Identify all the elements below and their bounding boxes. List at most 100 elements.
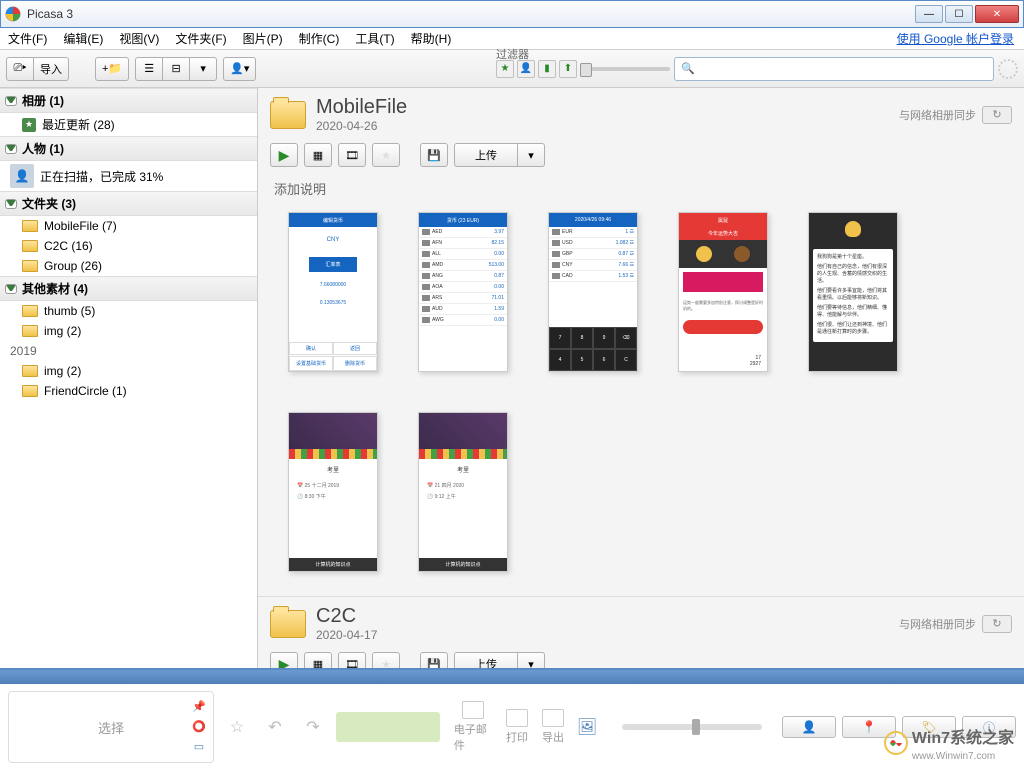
print-action[interactable]: 打印 [506,709,528,745]
selection-label: 选择 [98,718,124,737]
folder-section-c2c: C2C 2020-04-17 与网络相册同步 ↻ ▶ ▦ 🎞 ★ 💾 上传 ▾ [258,597,1024,668]
folder-icon [22,220,38,232]
sidebar-header-album[interactable]: 相册 (1) [0,88,257,113]
folder-icon [22,365,38,377]
zoom-slider[interactable] [622,724,762,730]
sidebar-item-label: 正在扫描，已完成 31% [40,168,163,185]
upload-button[interactable]: 上传 [454,143,518,167]
thumbnail[interactable]: 考里 📅 21 四月 2020 🕐 9:12 上午 计算机的知识点 [418,412,508,572]
thumbnail[interactable]: 货币 (23 EUR) AED3.97AFN82.15ALL0.00AMD513… [418,212,508,372]
thumbnail-grid: 编辑货币 CNY 汇率表 7.66080000 0.13053675 确认返回 … [258,208,1024,596]
sidebar-item-thumb[interactable]: thumb (5) [0,301,257,321]
sidebar-header-folders[interactable]: 文件夹 (3) [0,191,257,216]
folder-icon [22,240,38,252]
star-button[interactable]: ★ [372,652,400,668]
upload-dropdown[interactable]: ▾ [517,143,545,167]
sync-button[interactable]: ↻ [982,615,1012,633]
thumbnail[interactable]: 编辑货币 CNY 汇率表 7.66080000 0.13053675 确认返回 … [288,212,378,372]
upload-dropdown[interactable]: ▾ [517,652,545,668]
maximize-button[interactable]: ☐ [945,5,973,23]
sidebar-item-scanning[interactable]: 👤正在扫描，已完成 31% [0,161,257,191]
menu-picture[interactable]: 图片(P) [235,30,291,47]
folder-section-mobilefile: MobileFile 2020-04-26 与网络相册同步 ↻ ▶ ▦ 🎞 ★ … [258,88,1024,597]
star-button[interactable]: ★ [372,143,400,167]
close-button[interactable]: ✕ [975,5,1019,23]
sidebar-header-other[interactable]: 其他素材 (4) [0,276,257,301]
sidebar-item-label: MobileFile (7) [44,219,117,233]
movie-button[interactable]: 🎞 [338,143,366,167]
filter-movie-button[interactable]: ▮ [538,60,556,78]
folder-icon [270,101,306,129]
sidebar-item-img[interactable]: img (2) [0,321,257,341]
sidebar-item-group[interactable]: Group (26) [0,256,257,276]
star-action-icon[interactable]: ☆ [224,714,250,740]
email-action[interactable]: 电子邮件 [454,701,492,753]
tray-icon[interactable]: ▭ [191,738,207,754]
collage-button[interactable]: ▦ [304,652,332,668]
add-folder-button[interactable]: +📁 [95,57,129,81]
sidebar-item-label: 最近更新 (28) [42,116,115,133]
folder-icon [270,610,306,638]
thumbnail[interactable]: 考里 📅 25 十二月 2019 🕐 8:30 下午 计算机的知识点 [288,412,378,572]
sidebar-item-c2c[interactable]: C2C (16) [0,236,257,256]
share-google-button[interactable] [336,712,440,742]
search-input[interactable] [695,62,987,76]
view-list-button[interactable]: ☰ [135,57,163,81]
pin-icon[interactable]: 📌 [191,698,207,714]
thumbnail[interactable]: 2020/4/26 09:46 EUR1 ☲USD1.082 ☲GBP0.87 … [548,212,638,372]
people-button[interactable]: 👤▾ [223,57,256,81]
people-chip[interactable]: 👤 [782,716,836,738]
window-title: Picasa 3 [27,7,915,21]
menu-view[interactable]: 视图(V) [111,30,167,47]
view-more-button[interactable]: ▾ [189,57,217,81]
rotate-right-icon[interactable]: ↷ [300,714,326,740]
sidebar-header-label: 相册 (1) [22,92,64,109]
movie-button[interactable]: 🎞 [338,652,366,668]
menu-folder[interactable]: 文件夹(F) [167,30,234,47]
filter-star-button[interactable]: ★ [496,60,514,78]
clear-icon[interactable]: ⭕ [191,718,207,734]
rotate-left-icon[interactable]: ↶ [262,714,288,740]
minimize-button[interactable]: — [915,5,943,23]
menu-edit[interactable]: 编辑(E) [55,30,111,47]
menu-tools[interactable]: 工具(T) [347,30,402,47]
google-login-link[interactable]: 使用 Google 帐户登录 [897,30,1024,47]
sidebar-header-people[interactable]: 人物 (1) [0,136,257,161]
info-chip[interactable]: ⓘ [962,716,1016,738]
sidebar-item-img-2019[interactable]: img (2) [0,361,257,381]
menu-create[interactable]: 制作(C) [291,30,348,47]
sidebar-item-recent[interactable]: ★最近更新 (28) [0,113,257,136]
search-box[interactable]: 🔍 [674,57,994,81]
menu-help[interactable]: 帮助(H) [403,30,460,47]
back-button[interactable]: ⎚▸ [6,57,34,81]
view-tree-button[interactable]: ⊟ [162,57,190,81]
filter-face-button[interactable]: 👤 [517,60,535,78]
location-chip[interactable]: 📍 [842,716,896,738]
folder-date: 2020-04-26 [316,119,407,133]
print-icon [506,709,528,727]
app-logo-icon [5,6,21,22]
upload-button[interactable]: 上传 [454,652,518,668]
sidebar-header-label: 文件夹 (3) [22,195,76,212]
folder-icon [22,385,38,397]
window-controls: — ☐ ✕ [915,5,1019,23]
thumbnail[interactable]: 我狗狗是第十个星座。他们有自己的信念，他们有很深的人生观、含蓄的情感交织的生活。… [808,212,898,372]
sync-button[interactable]: ↻ [982,106,1012,124]
play-button[interactable]: ▶ [270,652,298,668]
filter-slider[interactable] [580,67,670,71]
menu-file[interactable]: 文件(F) [0,30,55,47]
export-action[interactable]: 导出 [542,709,564,745]
tag-chip[interactable]: 🏷 [902,716,956,738]
folder-description[interactable]: 添加说明 [258,175,1024,208]
save-button[interactable]: 💾 [420,143,448,167]
sidebar-item-mobilefile[interactable]: MobileFile (7) [0,216,257,236]
thumbnail[interactable]: 属鼠 今年运势大吉 运势一般需要多加特别注意，探讨调整是好时机的。 172927 [678,212,768,372]
sidebar-item-friendcircle[interactable]: FriendCircle (1) [0,381,257,401]
folder-icon [22,305,38,317]
import-button[interactable]: 导入 [33,57,69,81]
photo-icon[interactable]: 🖼 [574,714,600,740]
save-button[interactable]: 💾 [420,652,448,668]
play-button[interactable]: ▶ [270,143,298,167]
filter-geo-button[interactable]: ⬆ [559,60,577,78]
collage-button[interactable]: ▦ [304,143,332,167]
